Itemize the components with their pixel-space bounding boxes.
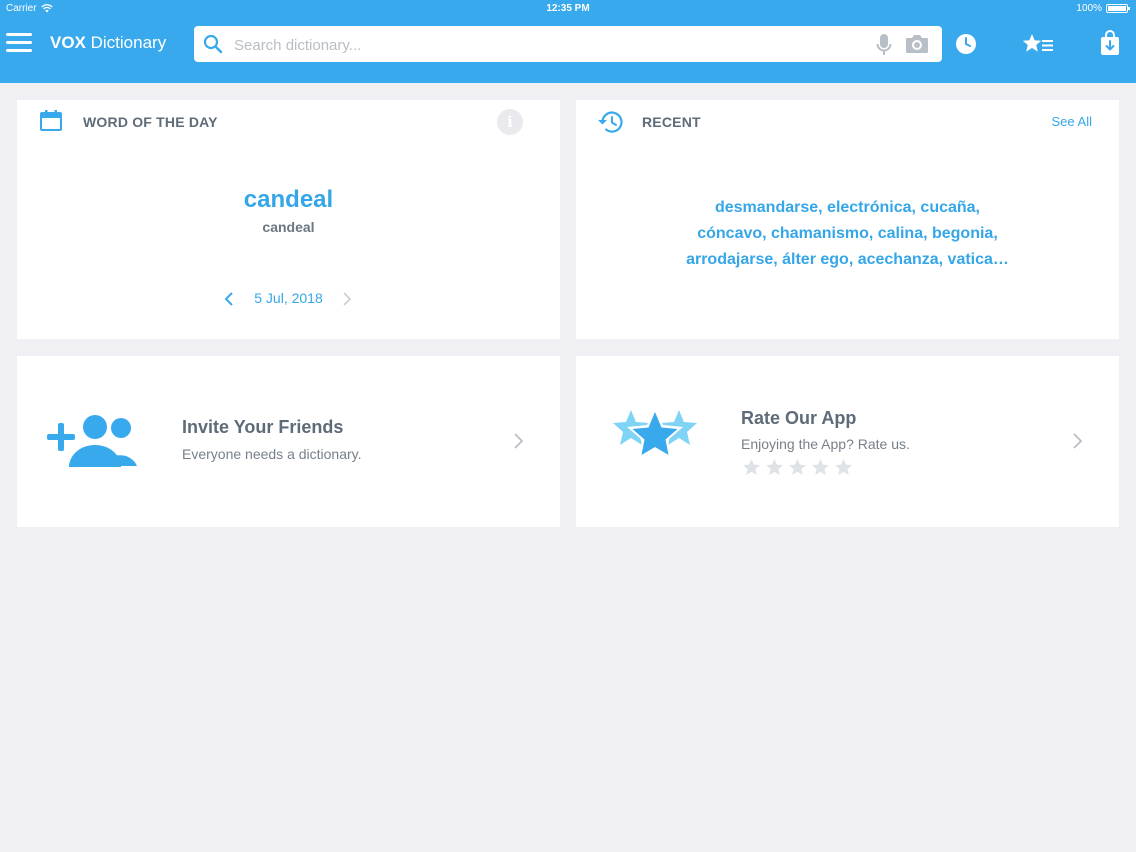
- recent-words-line[interactable]: cóncavo, chamanismo, calina, begonia,: [656, 221, 1039, 247]
- rate-title: Rate Our App: [741, 408, 857, 428]
- stars-icon: [613, 406, 697, 460]
- recent-words-list: desmandarse, electrónica, cucaña, cóncav…: [656, 195, 1039, 273]
- recent-title: RECENT: [642, 114, 701, 130]
- star-icon[interactable]: [742, 458, 761, 476]
- star-icon[interactable]: [765, 458, 784, 476]
- chevron-right-icon: [1073, 433, 1083, 449]
- star-icon[interactable]: [834, 458, 853, 476]
- star-icon[interactable]: [811, 458, 830, 476]
- rate-app-card[interactable]: Rate Our App Enjoying the App? Rate us.: [576, 356, 1119, 527]
- add-friends-icon: [47, 415, 137, 467]
- app-title-rest: Dictionary: [85, 33, 167, 52]
- chevron-right-icon[interactable]: [341, 291, 353, 307]
- search-icon: [203, 34, 223, 54]
- app-title-bold: VOX: [50, 33, 86, 52]
- rate-subtitle: Enjoying the App? Rate us.: [741, 436, 910, 452]
- menu-icon-bar: [6, 49, 32, 52]
- word-of-the-day-word[interactable]: candeal: [17, 186, 560, 214]
- shopping-bag-icon[interactable]: [1099, 30, 1121, 56]
- word-of-the-day-date: 5 Jul, 2018: [254, 290, 323, 306]
- menu-icon-bar: [6, 41, 32, 44]
- invite-friends-card[interactable]: Invite Your Friends Everyone needs a dic…: [17, 356, 560, 527]
- search-input[interactable]: [232, 32, 856, 58]
- word-of-the-day-title: WORD OF THE DAY: [83, 114, 218, 130]
- recent-card: RECENT See All desmandarse, electrónica,…: [576, 100, 1119, 339]
- invite-title: Invite Your Friends: [182, 417, 344, 437]
- rating-stars: [742, 458, 853, 476]
- word-of-the-day-card: WORD OF THE DAY i candeal candeal 5 Jul,…: [17, 100, 560, 339]
- chevron-right-icon: [514, 433, 524, 449]
- info-icon[interactable]: i: [497, 109, 523, 135]
- calendar-icon: [40, 110, 62, 131]
- history-icon: [598, 111, 623, 133]
- recent-words-line[interactable]: desmandarse, electrónica, cucaña,: [656, 195, 1039, 221]
- search-bar: [194, 26, 942, 62]
- microphone-icon[interactable]: [876, 33, 892, 57]
- status-right: 100%: [1076, 3, 1130, 14]
- status-bar: Carrier 12:35 PM 100%: [0, 0, 1136, 18]
- camera-icon[interactable]: [905, 34, 929, 54]
- clock-icon[interactable]: [955, 33, 977, 55]
- menu-button[interactable]: [6, 33, 32, 55]
- star-list-icon[interactable]: [1022, 33, 1054, 55]
- menu-icon-bar: [6, 33, 32, 36]
- invite-subtitle: Everyone needs a dictionary.: [182, 446, 362, 462]
- status-time: 12:35 PM: [546, 3, 590, 14]
- recent-words-line[interactable]: arrodajarse, álter ego, acechanza, vatic…: [656, 247, 1039, 273]
- battery-icon: [1106, 4, 1130, 13]
- top-bar: Carrier 12:35 PM 100% VOX Dictionary: [0, 0, 1136, 83]
- app-title: VOX Dictionary: [50, 33, 166, 53]
- word-of-the-day-subtitle: candeal: [262, 219, 315, 235]
- star-icon[interactable]: [788, 458, 807, 476]
- battery-percent: 100%: [1076, 3, 1102, 14]
- see-all-link[interactable]: See All: [1052, 114, 1092, 129]
